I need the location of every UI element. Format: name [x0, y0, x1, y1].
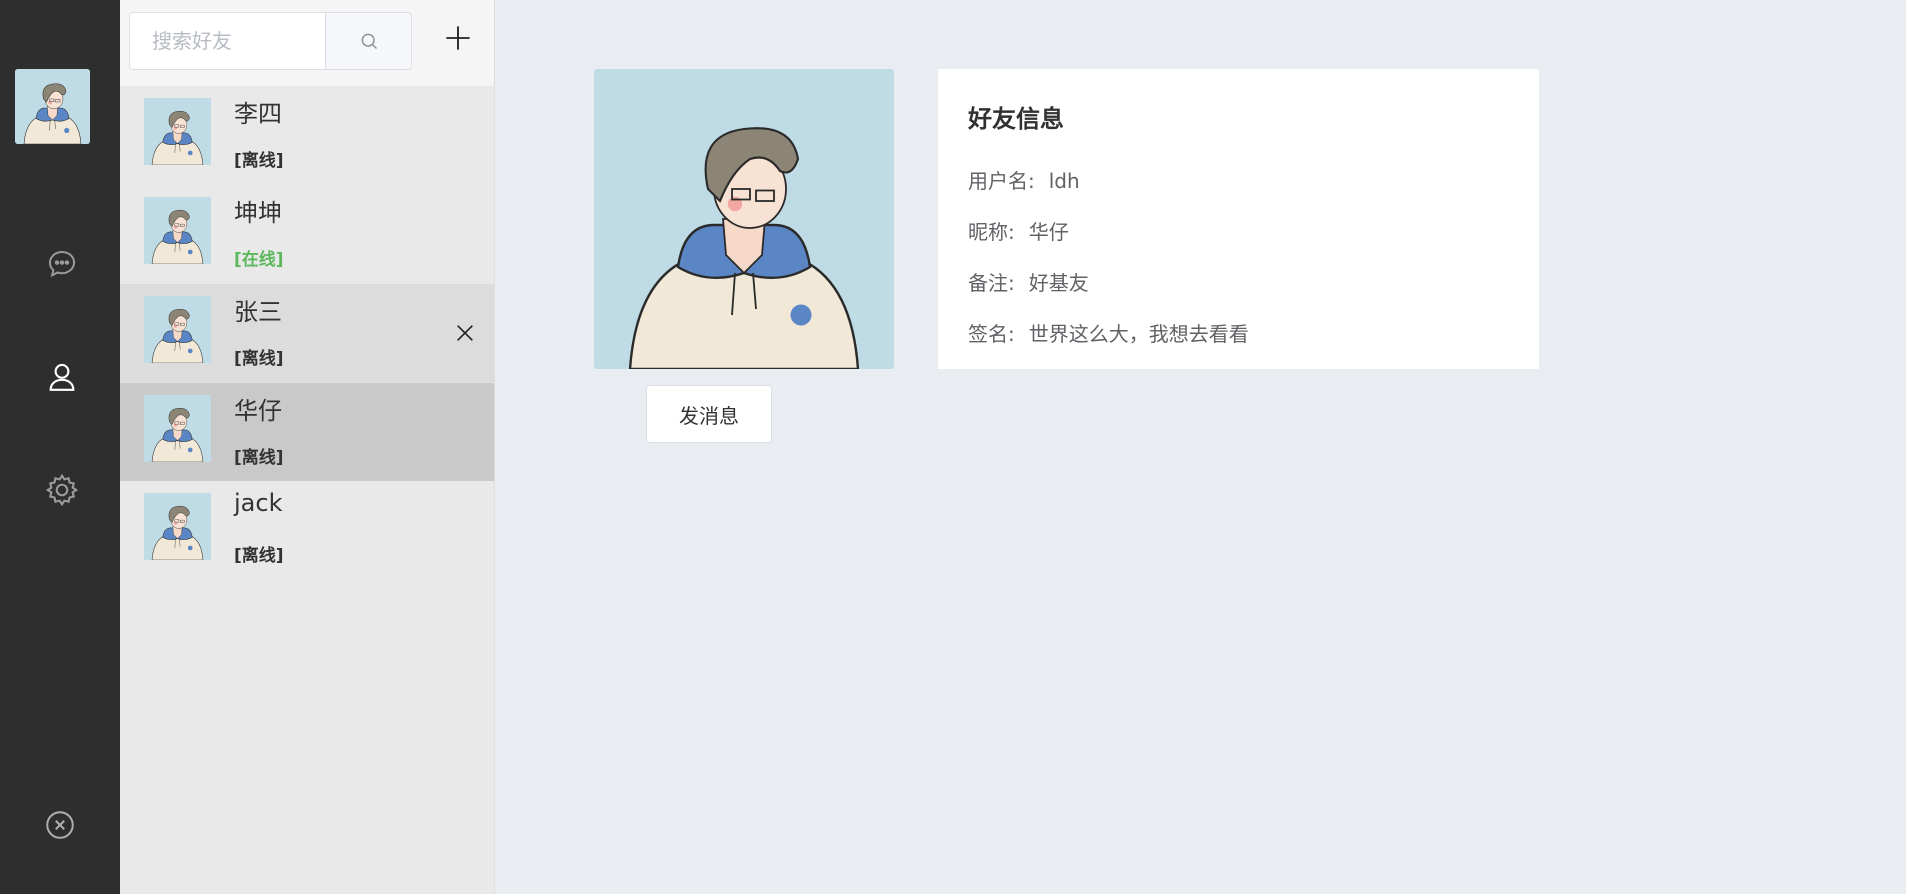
add-friend-button[interactable] — [438, 18, 478, 58]
chat-icon[interactable] — [42, 244, 82, 284]
friend-name: 张三 — [234, 298, 282, 326]
info-nickname: 昵称: 华仔 — [968, 216, 1069, 245]
friend-profile-avatar — [594, 69, 894, 369]
search-input[interactable] — [130, 13, 328, 69]
friend-name: 李四 — [234, 100, 282, 128]
signature-label: 签名: — [968, 322, 1015, 346]
friend-item[interactable]: jack [离线] — [120, 481, 494, 579]
info-username: 用户名: ldh — [968, 165, 1080, 194]
friend-avatar — [144, 395, 211, 462]
friend-item-selected[interactable]: 华仔 [离线] — [120, 382, 494, 481]
info-remark: 备注: 好基友 — [968, 267, 1089, 296]
friend-status: [离线] — [234, 546, 284, 566]
friend-status: [离线] — [234, 349, 284, 369]
close-icon[interactable] — [450, 318, 480, 348]
friend-name: 坤坤 — [234, 199, 282, 227]
friend-info-card: 好友信息 用户名: ldh 昵称: 华仔 备注: 好基友 签名: 世界这么大，我想去看看 — [938, 69, 1539, 369]
username-value: ldh — [1048, 169, 1080, 193]
nickname-label: 昵称: — [968, 220, 1015, 244]
search-button[interactable] — [325, 12, 412, 70]
settings-icon[interactable] — [42, 470, 82, 510]
plus-icon — [446, 26, 470, 50]
remark-label: 备注: — [968, 271, 1015, 295]
friend-avatar — [144, 296, 211, 363]
user-icon[interactable] — [42, 357, 82, 397]
signature-value: 世界这么大，我想去看看 — [1028, 322, 1249, 346]
friend-item[interactable]: 张三 [离线] — [120, 284, 494, 382]
friend-status: [在线] — [234, 250, 284, 270]
friend-name: jack — [234, 489, 283, 517]
search-icon — [361, 33, 377, 50]
nickname-value: 华仔 — [1028, 220, 1069, 244]
close-circle-icon[interactable] — [40, 805, 80, 845]
list-toolbar — [120, 0, 494, 86]
friend-status: [离线] — [234, 448, 284, 468]
friend-item[interactable]: 李四 [离线] — [120, 86, 494, 184]
side-rail — [0, 0, 120, 894]
friend-avatar — [144, 493, 211, 560]
search-box — [129, 12, 329, 70]
my-avatar[interactable] — [15, 69, 90, 144]
friend-name: 华仔 — [234, 397, 282, 425]
friend-list-panel: 李四 [离线] 坤坤 [在线] 张三 [离线] 华仔 [离线] jack [离线… — [120, 0, 495, 894]
send-message-button[interactable]: 发消息 — [646, 385, 772, 443]
friend-item[interactable]: 坤坤 [在线] — [120, 185, 494, 283]
friend-avatar — [144, 98, 211, 165]
remark-value: 好基友 — [1028, 271, 1089, 295]
friend-avatar — [144, 197, 211, 264]
friend-status: [离线] — [234, 151, 284, 171]
info-title: 好友信息 — [968, 105, 1064, 133]
username-label: 用户名: — [968, 169, 1035, 193]
info-signature: 签名: 世界这么大，我想去看看 — [968, 318, 1249, 347]
